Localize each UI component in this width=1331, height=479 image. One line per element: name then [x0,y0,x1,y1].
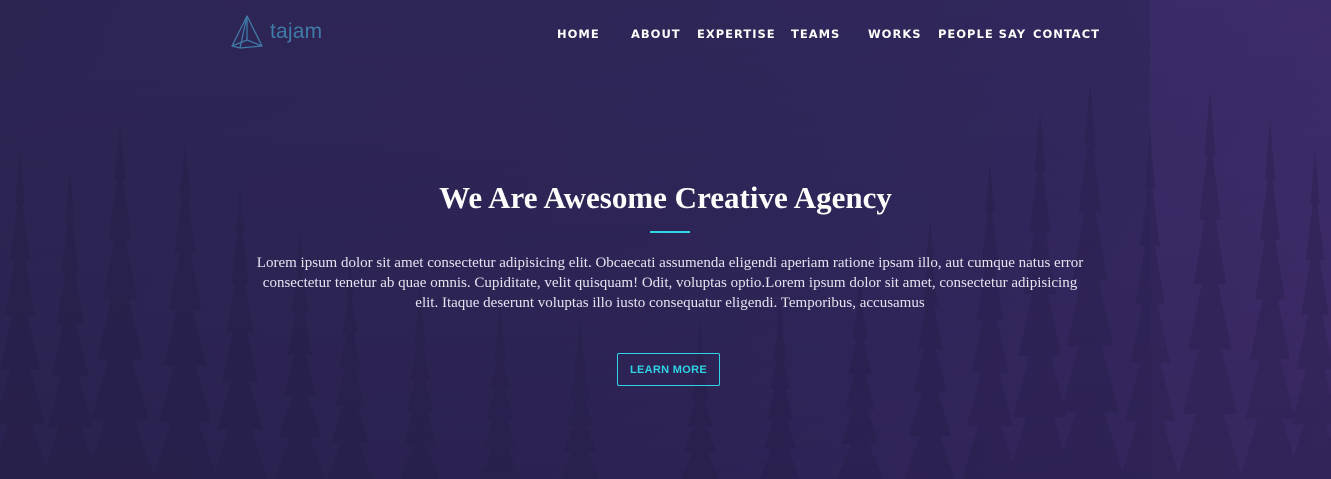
nav-works-link[interactable]: WORKS [868,27,922,41]
nav-teams-link[interactable]: TEAMS [791,27,840,41]
hero-title: We Are Awesome Creative Agency [439,180,892,215]
learn-more-button[interactable]: LEARN MORE [617,353,720,386]
title-divider [650,231,690,233]
nav-home-link[interactable]: HOME [557,27,600,41]
hero-description: Lorem ipsum dolor sit amet consectetur a… [256,255,1084,311]
nav-expertise-link[interactable]: EXPERTISE [697,27,776,41]
brand-name: tajam [270,20,323,43]
nav-about-link[interactable]: ABOUT [631,27,681,41]
hero-overlay [0,0,1331,479]
brand-logo[interactable]: tajam [230,14,322,50]
pyramid-logo-icon [231,15,263,49]
hero-section: tajam HOME ABOUT EXPERTISE TEAMS WORKS P… [0,0,1331,479]
nav-people-say-link[interactable]: PEOPLE SAY [938,27,1026,41]
nav-contact-link[interactable]: CONTACT [1033,27,1100,41]
